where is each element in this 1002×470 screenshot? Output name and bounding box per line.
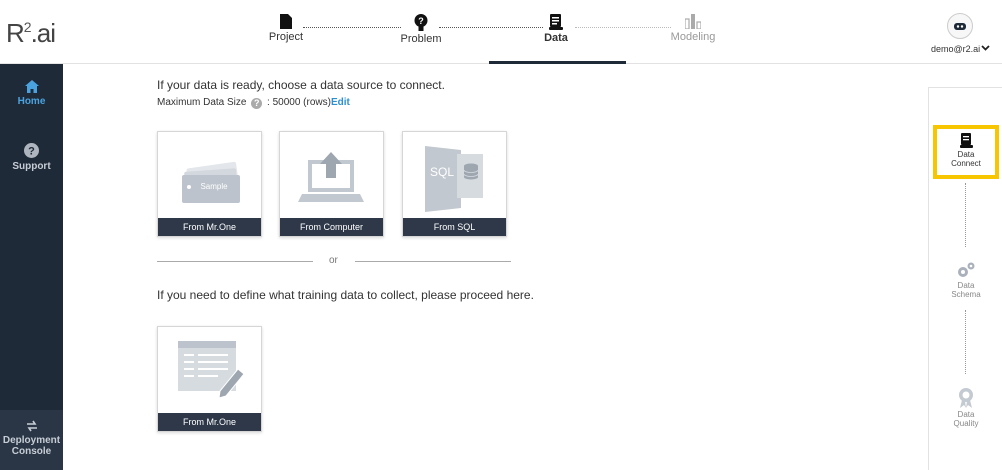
data-step-label-line2: Quality [953, 419, 979, 428]
sidebar-item-deployment-console[interactable]: Deployment Console [0, 410, 63, 470]
max-size-label: Maximum Data Size [157, 97, 247, 108]
bar-chart-icon [685, 14, 701, 29]
card-label: From Mr.One [158, 413, 261, 431]
lightbulb-icon: ? [414, 14, 428, 31]
define-training-text: If you need to define what training data… [157, 288, 534, 302]
data-step-quality[interactable]: Data Quality [929, 388, 1002, 428]
gears-icon [958, 262, 975, 277]
robot-avatar-icon [954, 23, 966, 30]
data-source-card-sql[interactable]: SQL From SQL [402, 131, 507, 237]
max-data-size: Maximum Data Size ? : 50000 (rows)Edit [157, 97, 350, 109]
card-label: From Mr.One [158, 218, 261, 236]
sql-database-icon: SQL [425, 146, 483, 212]
main-content: If your data is ready, choose a data sou… [63, 64, 928, 470]
deploy-icon [26, 420, 37, 432]
data-step-label-line1: Data [957, 150, 975, 159]
data-step-label-line1: Data [957, 410, 975, 419]
sidebar-item-label: Support [12, 161, 51, 172]
edit-link[interactable]: Edit [331, 97, 350, 108]
data-step-connect[interactable]: Data Connect [933, 125, 999, 179]
user-email[interactable]: demo@r2.ai [931, 44, 980, 54]
step-data[interactable]: Data [541, 14, 571, 44]
sample-cards-icon: Sample [182, 161, 240, 203]
avatar[interactable] [947, 13, 973, 39]
sql-tag: SQL [430, 165, 454, 179]
step-project[interactable]: Project [266, 14, 306, 43]
step-label: Project [268, 31, 304, 43]
step-modeling[interactable]: Modeling [667, 14, 719, 43]
svg-text:?: ? [418, 16, 424, 26]
step-label: Problem [400, 33, 442, 45]
app-root: R2.ai Home ? Support Deployment Console [0, 0, 1002, 470]
step-label: Modeling [670, 31, 716, 43]
home-icon [24, 80, 39, 93]
data-source-card-mrone[interactable]: Sample From Mr.One [157, 131, 262, 237]
step-connector [575, 27, 671, 28]
data-step-label-line2: Connect [951, 159, 981, 168]
step-problem[interactable]: ? Problem [399, 14, 443, 45]
step-connector [439, 27, 543, 28]
award-ribbon-icon [959, 388, 973, 408]
sidebar: R2.ai Home ? Support Deployment Console [0, 0, 63, 470]
card-label: From Computer [280, 218, 383, 236]
logo-text: R2.ai [6, 18, 56, 48]
divider-right [355, 261, 511, 262]
step-connector [965, 310, 966, 374]
help-icon: ? [24, 143, 39, 158]
max-size-value: : 50000 (rows) [267, 97, 331, 108]
logo[interactable]: R2.ai [0, 0, 63, 64]
svg-text:?: ? [28, 146, 35, 158]
data-step-schema[interactable]: Data Schema [929, 261, 1002, 299]
form-edit-icon [178, 341, 245, 399]
deploy-label-line2: Console [11, 446, 52, 457]
sample-tag: Sample [200, 182, 228, 191]
divider-left [157, 261, 313, 262]
sidebar-item-support[interactable]: ? Support [0, 143, 63, 172]
intro-text: If your data is ready, choose a data sou… [157, 78, 445, 92]
file-icon [280, 14, 292, 29]
help-icon[interactable]: ? [251, 98, 263, 109]
upload-laptop-icon [298, 152, 364, 202]
step-connector [965, 183, 966, 247]
data-source-card-computer[interactable]: From Computer [279, 131, 384, 237]
define-data-card-mrone[interactable]: From Mr.One [157, 326, 262, 432]
data-steps-panel: Data Connect Data Schema Data Quality [928, 87, 1002, 470]
or-separator: or [329, 255, 338, 266]
sidebar-item-label: Home [17, 96, 46, 107]
sidebar-item-home[interactable]: Home [0, 80, 63, 107]
data-step-label-line1: Data [957, 281, 975, 290]
data-scroll-icon [549, 14, 563, 30]
deploy-label-line1: Deployment [2, 435, 61, 446]
data-step-label-line2: Schema [951, 290, 981, 299]
step-label: Data [544, 32, 568, 44]
data-scroll-icon [959, 133, 973, 148]
step-connector [303, 27, 401, 28]
header: Project ? Problem Data Modeling demo@r2.… [63, 0, 1002, 64]
chevron-down-icon[interactable] [981, 43, 990, 52]
card-label: From SQL [403, 218, 506, 236]
